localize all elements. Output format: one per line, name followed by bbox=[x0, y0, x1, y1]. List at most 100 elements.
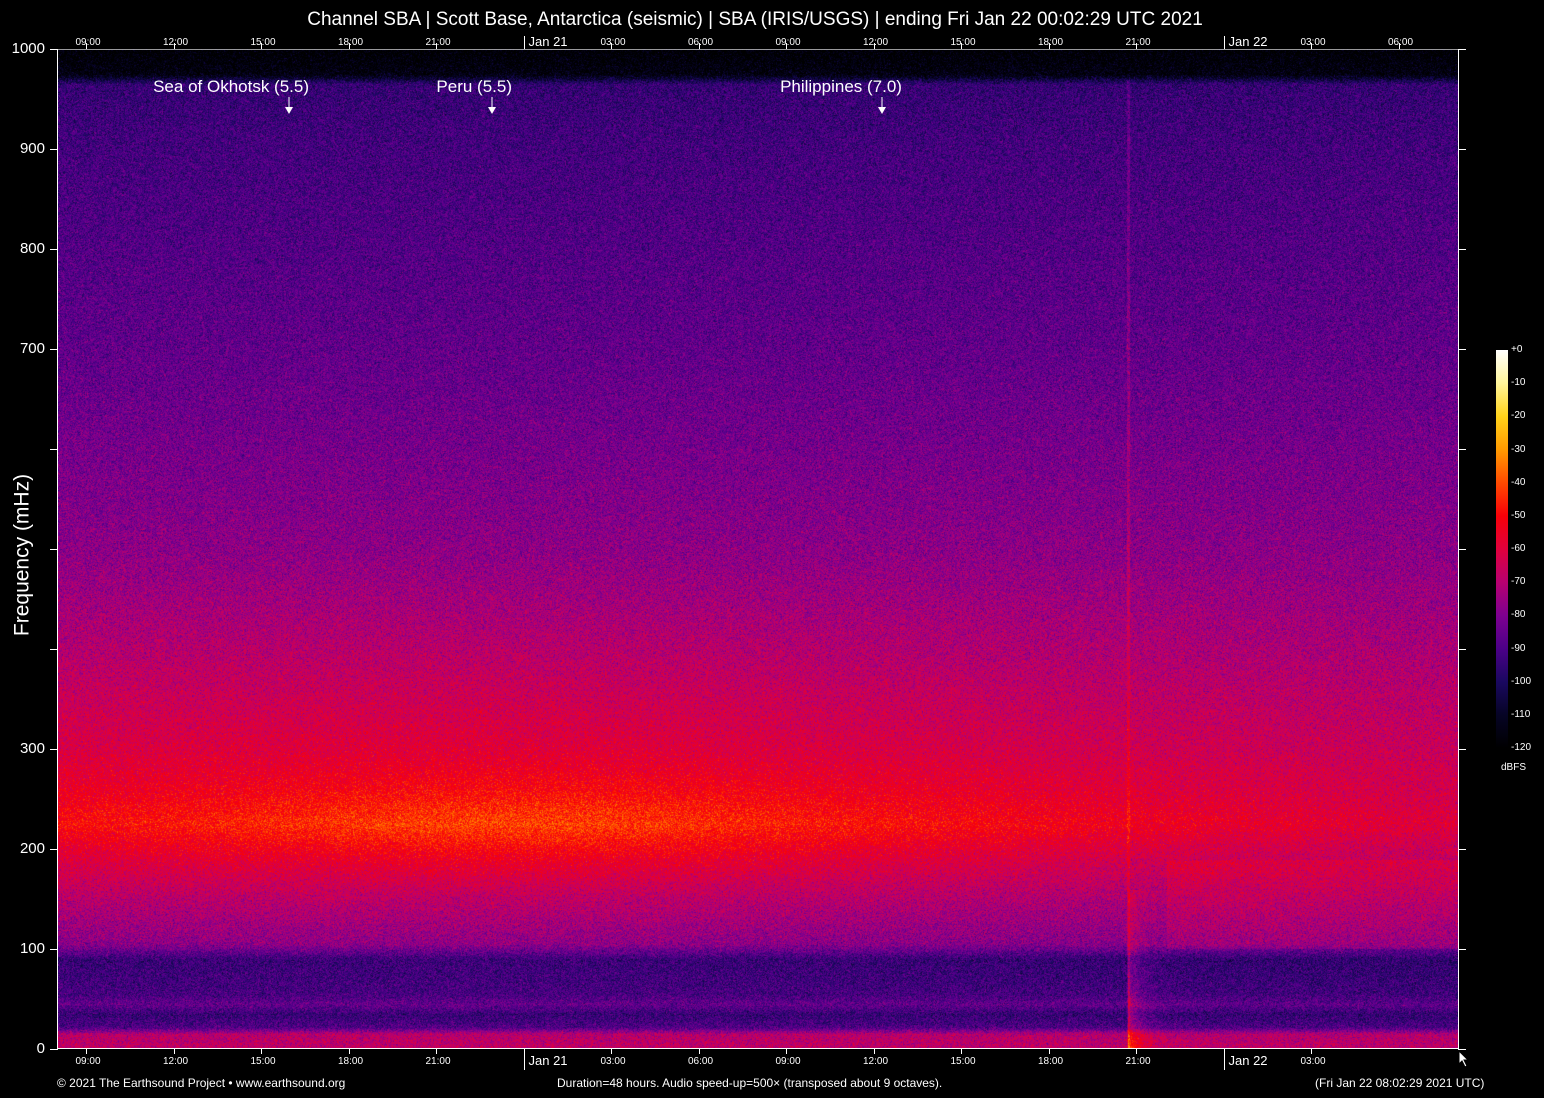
y-tick-right bbox=[1458, 649, 1466, 650]
colorbar-tick-label: -110 bbox=[1511, 709, 1530, 720]
y-tick-right bbox=[1458, 849, 1466, 850]
x-tick-label-bottom: 09:00 bbox=[75, 1056, 100, 1067]
x-tick-label-top: Jan 21 bbox=[529, 34, 568, 49]
x-tick-label-top: 06:00 bbox=[1388, 37, 1413, 48]
colorbar-tick-label: -120 bbox=[1511, 742, 1531, 753]
y-tick-left bbox=[50, 949, 58, 950]
y-tick-label: 0 bbox=[1, 1040, 45, 1057]
x-tick-label-bottom: 21:00 bbox=[425, 1056, 450, 1067]
y-tick-right bbox=[1458, 449, 1466, 450]
y-tick-left bbox=[50, 549, 58, 550]
colorbar bbox=[1496, 350, 1508, 748]
event-annotation: Sea of Okhotsk (5.5) bbox=[153, 77, 309, 97]
y-tick-label: 1000 bbox=[1, 40, 45, 57]
x-tick-bottom bbox=[1311, 1048, 1312, 1054]
colorbar-tick-label: +0 bbox=[1511, 344, 1522, 355]
y-tick-right bbox=[1458, 149, 1466, 150]
event-arrow-icon bbox=[878, 97, 886, 115]
y-tick-label: 800 bbox=[1, 240, 45, 257]
y-tick-left bbox=[50, 749, 58, 750]
x-tick-label-top: 03:00 bbox=[600, 37, 625, 48]
y-axis-title: Frequency (mHz) bbox=[11, 463, 35, 648]
spectrogram-heatmap bbox=[58, 49, 1458, 1049]
x-tick-label-top: 06:00 bbox=[688, 37, 713, 48]
y-tick-left bbox=[50, 49, 58, 50]
x-tick-label-top: 21:00 bbox=[1125, 37, 1150, 48]
bottom-axis-line bbox=[57, 1048, 1459, 1049]
colorbar-tick-label: -60 bbox=[1511, 543, 1525, 554]
x-tick-label-top: 18:00 bbox=[338, 37, 363, 48]
x-tick-label-top: 15:00 bbox=[950, 37, 975, 48]
x-tick-label-top: 15:00 bbox=[250, 37, 275, 48]
y-tick-right bbox=[1458, 349, 1466, 350]
x-tick-label-top: 09:00 bbox=[775, 37, 800, 48]
y-tick-right bbox=[1458, 49, 1466, 50]
x-tick-label-top: 21:00 bbox=[425, 37, 450, 48]
x-tick-bottom bbox=[1049, 1048, 1050, 1054]
colorbar-tick-label: -70 bbox=[1511, 576, 1525, 587]
event-annotation: Philippines (7.0) bbox=[780, 77, 902, 97]
y-tick-right bbox=[1458, 249, 1466, 250]
y-tick-label: 700 bbox=[1, 340, 45, 357]
x-tick-label-bottom: 12:00 bbox=[163, 1056, 188, 1067]
x-tick-label-bottom: 21:00 bbox=[1125, 1056, 1150, 1067]
footer-duration: Duration=48 hours. Audio speed-up=500× (… bbox=[557, 1076, 942, 1090]
colorbar-tick-label: -10 bbox=[1511, 377, 1525, 388]
y-tick-right bbox=[1458, 549, 1466, 550]
event-arrow-icon bbox=[285, 97, 293, 115]
x-day-divider-top bbox=[524, 36, 525, 49]
x-tick-label-top: 09:00 bbox=[75, 37, 100, 48]
x-tick-bottom bbox=[611, 1048, 612, 1054]
x-tick-label-bottom: 18:00 bbox=[338, 1056, 363, 1067]
x-tick-label-bottom: 15:00 bbox=[950, 1056, 975, 1067]
x-day-divider-bottom bbox=[1224, 1048, 1225, 1070]
y-tick-left bbox=[50, 249, 58, 250]
y-tick-label: 200 bbox=[1, 840, 45, 857]
cursor-arrow-icon bbox=[1458, 1050, 1470, 1073]
x-tick-bottom bbox=[961, 1048, 962, 1054]
x-tick-label-bottom: 03:00 bbox=[600, 1056, 625, 1067]
colorbar-tick-label: -20 bbox=[1511, 410, 1525, 421]
x-tick-bottom bbox=[261, 1048, 262, 1054]
y-tick-left bbox=[50, 649, 58, 650]
footer-copyright: © 2021 The Earthsound Project • www.eart… bbox=[57, 1076, 345, 1090]
y-tick-right bbox=[1458, 749, 1466, 750]
x-tick-label-top: 03:00 bbox=[1300, 37, 1325, 48]
colorbar-tick-label: -50 bbox=[1511, 510, 1525, 521]
event-arrow-icon bbox=[488, 97, 496, 115]
x-tick-label-bottom: 06:00 bbox=[688, 1056, 713, 1067]
colorbar-tick-label: -30 bbox=[1511, 444, 1525, 455]
x-tick-label-top: 18:00 bbox=[1038, 37, 1063, 48]
footer-timestamp: (Fri Jan 22 08:02:29 2021 UTC) bbox=[1315, 1076, 1484, 1090]
x-tick-bottom bbox=[699, 1048, 700, 1054]
y-tick-left bbox=[50, 149, 58, 150]
y-tick-left bbox=[50, 1049, 58, 1050]
x-day-divider-bottom bbox=[524, 1048, 525, 1070]
y-tick-left bbox=[50, 449, 58, 450]
x-tick-bottom bbox=[86, 1048, 87, 1054]
x-tick-label-top: 12:00 bbox=[163, 37, 188, 48]
x-tick-label-bottom: Jan 22 bbox=[1229, 1053, 1268, 1068]
x-tick-bottom bbox=[174, 1048, 175, 1054]
x-tick-label-bottom: 09:00 bbox=[775, 1056, 800, 1067]
y-tick-label: 100 bbox=[1, 940, 45, 957]
spectrogram-plot bbox=[58, 49, 1458, 1049]
chart-title: Channel SBA | Scott Base, Antarctica (se… bbox=[0, 9, 1510, 31]
y-tick-right bbox=[1458, 949, 1466, 950]
x-tick-bottom bbox=[349, 1048, 350, 1054]
x-tick-bottom bbox=[874, 1048, 875, 1054]
x-tick-label-bottom: 12:00 bbox=[863, 1056, 888, 1067]
colorbar-unit: dBFS bbox=[1501, 762, 1526, 773]
x-tick-bottom bbox=[1136, 1048, 1137, 1054]
colorbar-tick-label: -90 bbox=[1511, 643, 1525, 654]
event-annotation: Peru (5.5) bbox=[436, 77, 512, 97]
x-tick-bottom bbox=[786, 1048, 787, 1054]
y-tick-label: 900 bbox=[1, 140, 45, 157]
y-tick-left bbox=[50, 349, 58, 350]
colorbar-tick-label: -80 bbox=[1511, 609, 1525, 620]
colorbar-tick-label: -100 bbox=[1511, 676, 1531, 687]
x-tick-label-bottom: 18:00 bbox=[1038, 1056, 1063, 1067]
colorbar-tick-label: -40 bbox=[1511, 477, 1525, 488]
x-tick-bottom bbox=[436, 1048, 437, 1054]
x-tick-label-top: Jan 22 bbox=[1229, 34, 1268, 49]
